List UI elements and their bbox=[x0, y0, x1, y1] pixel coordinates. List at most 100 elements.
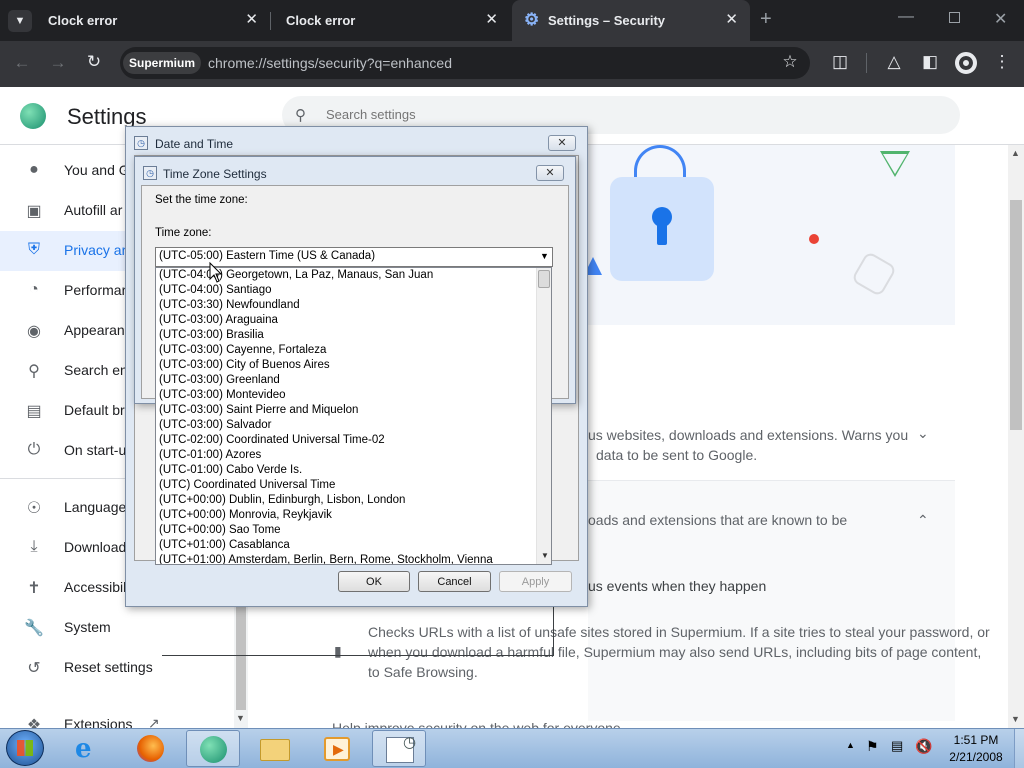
tz-option[interactable]: (UTC-01:00) Cabo Verde Is. bbox=[156, 463, 551, 478]
close-icon[interactable]: ✕ bbox=[485, 10, 498, 28]
menu-kebab-icon[interactable]: ⋮ bbox=[990, 52, 1014, 72]
power-icon: ⏻ bbox=[27, 441, 41, 458]
tz-option[interactable]: (UTC+01:00) Casablanca bbox=[156, 538, 551, 553]
chevron-down-icon[interactable]: ⌄ bbox=[917, 425, 929, 442]
sidebar-item-label: Appearan bbox=[64, 322, 125, 338]
tz-option[interactable]: (UTC-01:00) Azores bbox=[156, 448, 551, 463]
sidebar-item-label: Privacy ar bbox=[64, 242, 127, 258]
tz-option[interactable]: (UTC+00:00) Monrovia, Reykjavik bbox=[156, 508, 551, 523]
back-icon[interactable]: ← bbox=[10, 53, 34, 73]
shield-icon: ⛨ bbox=[27, 241, 40, 258]
tab-title: Clock error bbox=[286, 13, 356, 28]
bookmark-star-icon[interactable]: ☆ bbox=[778, 52, 802, 72]
sidebar-item-label: Search en bbox=[64, 362, 128, 378]
tray-show-hidden-icon[interactable]: ▲ bbox=[846, 740, 855, 750]
internet-explorer-icon[interactable]: e bbox=[62, 730, 116, 767]
chevron-down-icon[interactable]: ▼ bbox=[540, 251, 549, 261]
safe-browsing-para-line2: when you download a harmful file, Superm… bbox=[368, 644, 982, 660]
puzzle-icon: ❖ bbox=[26, 717, 42, 728]
tz-close-button[interactable]: ✕ bbox=[536, 165, 564, 181]
tz-option[interactable]: (UTC-03:30) Newfoundland bbox=[156, 298, 551, 313]
tz-option[interactable]: (UTC-04:00) Santiago bbox=[156, 283, 551, 298]
lab-flask-icon[interactable]: △ bbox=[882, 52, 906, 72]
browser-icon: ▤ bbox=[26, 403, 42, 420]
close-icon[interactable]: ✕ bbox=[245, 10, 258, 28]
tz-option[interactable]: (UTC+01:00) Amsterdam, Berlin, Bern, Rom… bbox=[156, 553, 551, 564]
tab-clock-error-2[interactable]: Clock error ✕ bbox=[276, 0, 510, 41]
sidebar-item-reset-settings[interactable]: ↺ Reset settings bbox=[0, 648, 240, 688]
tab-search-icon[interactable]: ▼ bbox=[8, 10, 32, 32]
network-icon[interactable]: ▤ bbox=[891, 738, 903, 754]
tz-option[interactable]: (UTC-03:00) Montevideo bbox=[156, 388, 551, 403]
tz-option[interactable]: (UTC) Coordinated Universal Time bbox=[156, 478, 551, 493]
tz-option[interactable]: (UTC-03:00) Greenland bbox=[156, 373, 551, 388]
sidebar-item-label: On start-u bbox=[64, 442, 127, 458]
sidebar-scroll-down-icon[interactable]: ▼ bbox=[236, 713, 245, 723]
sidebar-item-extensions[interactable]: ❖ Extensions ↗ bbox=[0, 705, 240, 728]
new-tab-button[interactable]: + bbox=[760, 8, 772, 31]
search-input[interactable] bbox=[326, 107, 826, 122]
file-explorer-icon[interactable] bbox=[248, 730, 302, 767]
tz-list-scroll-thumb[interactable] bbox=[538, 270, 550, 288]
tab-settings-security[interactable]: ⚙ Settings – Security ✕ bbox=[512, 0, 750, 41]
sidebar-item-label: Reset settings bbox=[64, 659, 153, 675]
ok-button[interactable]: OK bbox=[338, 571, 410, 592]
tz-dialog-title: Time Zone Settings bbox=[163, 167, 267, 181]
tz-option[interactable]: (UTC-03:00) Cayenne, Fortaleza bbox=[156, 343, 551, 358]
date-time-icon[interactable]: ◷ bbox=[372, 730, 426, 767]
tz-option[interactable]: (UTC+00:00) Dublin, Edinburgh, Lisbon, L… bbox=[156, 493, 551, 508]
tz-option[interactable]: (UTC-03:00) Araguaina bbox=[156, 313, 551, 328]
page-scroll-up-icon[interactable]: ▲ bbox=[1011, 148, 1020, 158]
tz-option[interactable]: (UTC-03:00) Brasilia bbox=[156, 328, 551, 343]
page-scroll-down-icon[interactable]: ▼ bbox=[1011, 714, 1020, 724]
side-panel-icon[interactable]: ◧ bbox=[918, 52, 942, 72]
tz-list-scrollbar[interactable] bbox=[536, 268, 551, 564]
profile-avatar-icon[interactable] bbox=[955, 52, 977, 74]
url-text[interactable]: chrome://settings/security?q=enhanced bbox=[208, 55, 452, 71]
sidebar-item-label: Download bbox=[64, 539, 127, 555]
sidebar-item-label: System bbox=[64, 619, 111, 635]
chevron-up-icon[interactable]: ⌃ bbox=[917, 512, 929, 529]
close-icon[interactable]: ✕ bbox=[725, 10, 738, 28]
sidebar-item-system[interactable]: 🔧 System bbox=[0, 608, 240, 648]
sidebar-item-label: Performar bbox=[64, 282, 127, 298]
tab-clock-error-1[interactable]: Clock error ✕ bbox=[38, 0, 270, 41]
supermium-icon[interactable] bbox=[186, 730, 240, 767]
tz-option[interactable]: (UTC-03:00) Saint Pierre and Miquelon bbox=[156, 403, 551, 418]
tz-option[interactable]: (UTC+00:00) Sao Tome bbox=[156, 523, 551, 538]
tz-option[interactable]: (UTC-03:00) City of Buenos Aires bbox=[156, 358, 551, 373]
taskbar-clock-time[interactable]: 1:51 PM bbox=[946, 733, 1006, 747]
volume-muted-icon[interactable]: 🔇 bbox=[915, 738, 932, 755]
reload-icon[interactable]: ↻ bbox=[82, 52, 106, 72]
enhanced-desc-line2: data to be sent to Google. bbox=[596, 447, 758, 463]
show-desktop-button[interactable] bbox=[1014, 729, 1024, 768]
lock-icon bbox=[610, 177, 714, 281]
reset-icon: ↺ bbox=[27, 660, 41, 677]
media-player-icon[interactable]: ▶ bbox=[310, 730, 364, 767]
standard-desc-line: oads and extensions that are known to be bbox=[588, 512, 848, 528]
action-center-flag-icon[interactable]: ⚑ bbox=[866, 738, 879, 755]
tab-separator bbox=[270, 12, 271, 30]
firefox-icon[interactable] bbox=[124, 730, 178, 767]
page-scroll-thumb[interactable] bbox=[1010, 200, 1022, 430]
tz-option[interactable]: (UTC-03:00) Salvador bbox=[156, 418, 551, 433]
minimize-icon[interactable]: — bbox=[898, 8, 914, 26]
extensions-icon[interactable]: ◫ bbox=[828, 52, 852, 72]
cancel-button[interactable]: Cancel bbox=[418, 571, 491, 592]
date-time-close-button[interactable]: ✕ bbox=[548, 135, 576, 151]
palette-icon: ◉ bbox=[27, 323, 41, 340]
supermium-logo-icon bbox=[20, 103, 46, 129]
forward-icon[interactable]: → bbox=[46, 53, 70, 73]
sidebar-item-label: Language bbox=[64, 499, 127, 515]
tz-option[interactable]: (UTC-02:00) Coordinated Universal Time-0… bbox=[156, 433, 551, 448]
sidebar-item-label: Extensions bbox=[64, 716, 133, 728]
restore-icon[interactable] bbox=[949, 12, 960, 23]
wrench-icon: 🔧 bbox=[24, 620, 44, 637]
site-chip[interactable]: Supermium bbox=[123, 52, 202, 74]
red-dot bbox=[809, 234, 819, 244]
tz-scroll-down-icon[interactable]: ▼ bbox=[541, 551, 549, 560]
tz-dropdown-list[interactable]: (UTC-04:00) Georgetown, La Paz, Manaus, … bbox=[155, 267, 552, 565]
accessibility-icon: ✝ bbox=[27, 580, 41, 597]
window-close-icon[interactable]: ✕ bbox=[994, 9, 1007, 29]
taskbar-clock-date[interactable]: 2/21/2008 bbox=[946, 750, 1006, 764]
